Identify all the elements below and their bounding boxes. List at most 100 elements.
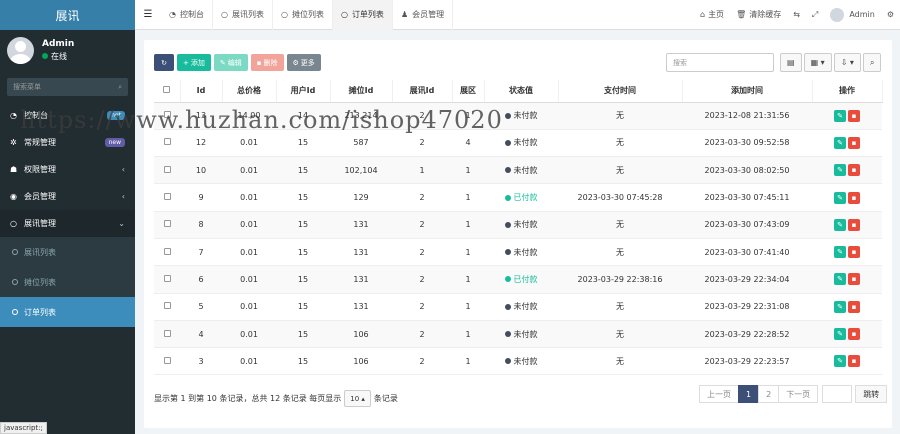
- sidebar-item-general[interactable]: ✲ 常规管理 new: [0, 129, 135, 156]
- toggle-view-icon[interactable]: ▤: [780, 53, 802, 72]
- row-select-cell[interactable]: [154, 347, 180, 376]
- row-select-cell[interactable]: [154, 238, 180, 267]
- row-select-cell[interactable]: [154, 102, 180, 130]
- row-checkbox[interactable]: [163, 329, 171, 337]
- column-header[interactable]: 添加时间: [682, 80, 813, 103]
- row-edit-button[interactable]: ✎: [834, 191, 846, 204]
- row-delete-button[interactable]: ▪: [848, 136, 860, 149]
- sidebar-item-members[interactable]: ◉ 会员管理 ‹: [0, 183, 135, 210]
- table-row[interactable]: 12 0.01 15 587 2 4 未付款无 2023-03-30 09:52:58 ✎ ▪: [154, 129, 882, 158]
- search-icon[interactable]: ⌕: [862, 53, 882, 72]
- row-edit-button[interactable]: ✎: [834, 109, 846, 122]
- prev-page-button[interactable]: 上一页: [699, 385, 739, 403]
- sidebar-item-auth[interactable]: ☗ 权限管理 ‹: [0, 156, 135, 183]
- page-2-button[interactable]: 2: [758, 385, 780, 403]
- row-edit-button[interactable]: ✎: [834, 273, 846, 286]
- tab-booth-list[interactable]: ○ 摊位列表: [273, 0, 333, 30]
- table-row[interactable]: 10 0.01 15 102,104 1 1 未付款无 2023-03-30 08:02:50…: [154, 156, 882, 185]
- row-checkbox[interactable]: [163, 302, 171, 310]
- table-row[interactable]: 13 14.00 14 213,214 2 1 未付款 无 2023-12-08 21:31:5…: [154, 102, 882, 130]
- row-checkbox[interactable]: [163, 356, 171, 364]
- row-delete-button[interactable]: ▪: [848, 218, 860, 231]
- more-button[interactable]: ⚙ 更多: [286, 54, 321, 71]
- row-select-cell[interactable]: [154, 211, 180, 239]
- row-delete-button[interactable]: ▪: [848, 246, 860, 259]
- columns-icon[interactable]: ▦ ▾: [803, 53, 832, 72]
- row-select-cell[interactable]: [154, 293, 180, 321]
- row-checkbox[interactable]: [163, 220, 171, 228]
- home-link[interactable]: ⌂ 主页: [694, 9, 730, 20]
- table-search-input[interactable]: 搜索: [666, 53, 774, 72]
- clear-cache-button[interactable]: 🗑 清除缓存: [730, 9, 787, 20]
- row-checkbox[interactable]: [163, 247, 171, 255]
- row-edit-button[interactable]: ✎: [834, 355, 846, 368]
- tab-expo-list[interactable]: ○ 展讯列表: [213, 0, 273, 30]
- tab-order-list[interactable]: ○ 订单列表: [332, 0, 393, 30]
- sidebar-subitem-booth-list[interactable]: 摊位列表: [0, 267, 135, 297]
- brand-logo[interactable]: 展讯: [0, 0, 135, 30]
- page-1-button[interactable]: 1: [738, 385, 760, 403]
- add-button[interactable]: + 添加: [177, 54, 211, 71]
- page-size-select[interactable]: 10 ▴: [344, 390, 371, 407]
- search-icon[interactable]: ⌕: [118, 83, 122, 92]
- settings-gear-icon[interactable]: ⚙: [881, 10, 900, 19]
- row-checkbox[interactable]: [163, 274, 171, 282]
- column-header[interactable]: Id: [180, 80, 223, 103]
- fullscreen-icon[interactable]: ⤢: [806, 10, 824, 20]
- row-checkbox[interactable]: [163, 165, 171, 173]
- column-header[interactable]: 用户Id: [276, 80, 331, 103]
- sidebar-search-input[interactable]: 搜索菜单: [13, 82, 41, 92]
- table-row[interactable]: 9 0.01 15 129 2 1 已付款 2023-03-30 07:45:28 2023-0…: [154, 183, 882, 212]
- row-select-cell[interactable]: [154, 265, 180, 294]
- row-edit-button[interactable]: ✎: [834, 300, 846, 313]
- column-header[interactable]: 摊位Id: [330, 80, 393, 103]
- edit-button[interactable]: ✎ 编辑: [213, 54, 248, 71]
- column-header[interactable]: 总价格: [222, 80, 277, 103]
- sidebar-item-expo[interactable]: ○ 展讯管理 ⌄: [0, 210, 135, 237]
- row-edit-button[interactable]: ✎: [834, 218, 846, 231]
- refresh-button[interactable]: ↻: [154, 54, 174, 71]
- column-header[interactable]: 展讯Id: [392, 80, 453, 103]
- column-header[interactable]: 状态值: [484, 80, 559, 103]
- row-select-cell[interactable]: [154, 183, 180, 212]
- tab-dashboard[interactable]: ◔ 控制台: [161, 0, 213, 30]
- column-header[interactable]: 展区: [452, 80, 485, 103]
- row-delete-button[interactable]: ▪: [848, 300, 860, 313]
- row-select-cell[interactable]: [154, 320, 180, 349]
- row-delete-button[interactable]: ▪: [848, 191, 860, 204]
- column-header[interactable]: 支付时间: [558, 80, 683, 103]
- row-delete-button[interactable]: ▪: [848, 164, 860, 177]
- sidebar-subitem-expo-list[interactable]: 展讯列表: [0, 237, 135, 267]
- table-row[interactable]: 3 0.01 15 106 2 1 未付款无 2023-03-29 22:23:57 ✎ ▪: [154, 347, 882, 376]
- select-all-cell[interactable]: [154, 80, 181, 103]
- row-select-cell[interactable]: [154, 156, 180, 185]
- table-row[interactable]: 4 0.01 15 106 2 1 未付款无 2023-03-29 22:28:52 ✎ ▪: [154, 320, 882, 349]
- sidebar-subitem-order-list[interactable]: 订单列表: [0, 297, 135, 327]
- table-row[interactable]: 7 0.01 15 131 2 1 未付款无 2023-03-30 07:41:40 ✎ ▪: [154, 238, 882, 267]
- jump-page-input[interactable]: [822, 385, 853, 403]
- row-edit-button[interactable]: ✎: [834, 136, 846, 149]
- row-select-cell[interactable]: [154, 129, 180, 158]
- sidebar-item-dashboard[interactable]: ◔ 控制台 hot: [0, 102, 135, 129]
- select-all-checkbox[interactable]: [163, 86, 171, 94]
- row-edit-button[interactable]: ✎: [834, 328, 846, 341]
- row-delete-button[interactable]: ▪: [848, 355, 860, 368]
- table-row[interactable]: 8 0.01 15 131 2 1 未付款无 2023-03-30 07:43:09 ✎ ▪: [154, 211, 882, 239]
- table-row[interactable]: 6 0.01 15 131 2 1 已付款 2023-03-29 22:38:16 2023-0…: [154, 265, 882, 294]
- tab-members[interactable]: ♟ 会员管理: [393, 0, 454, 30]
- user-menu[interactable]: Admin: [824, 7, 881, 22]
- next-page-button[interactable]: 下一页: [778, 385, 819, 403]
- row-checkbox[interactable]: [163, 111, 171, 119]
- table-row[interactable]: 5 0.01 15 131 2 1 未付款无 2023-03-29 22:31:08 ✎ ▪: [154, 293, 882, 321]
- row-checkbox[interactable]: [163, 138, 171, 146]
- menu-toggle-icon[interactable]: ☰: [135, 9, 161, 20]
- export-icon[interactable]: ⇩ ▾: [833, 53, 861, 72]
- row-edit-button[interactable]: ✎: [834, 164, 846, 177]
- language-icon[interactable]: ⇆: [787, 10, 806, 19]
- row-delete-button[interactable]: ▪: [848, 109, 860, 122]
- row-checkbox[interactable]: [163, 193, 171, 201]
- sidebar-search[interactable]: 搜索菜单 ⌕: [7, 78, 128, 96]
- row-delete-button[interactable]: ▪: [848, 273, 860, 286]
- row-delete-button[interactable]: ▪: [848, 328, 860, 341]
- delete-button[interactable]: ▪ 删除: [250, 54, 284, 71]
